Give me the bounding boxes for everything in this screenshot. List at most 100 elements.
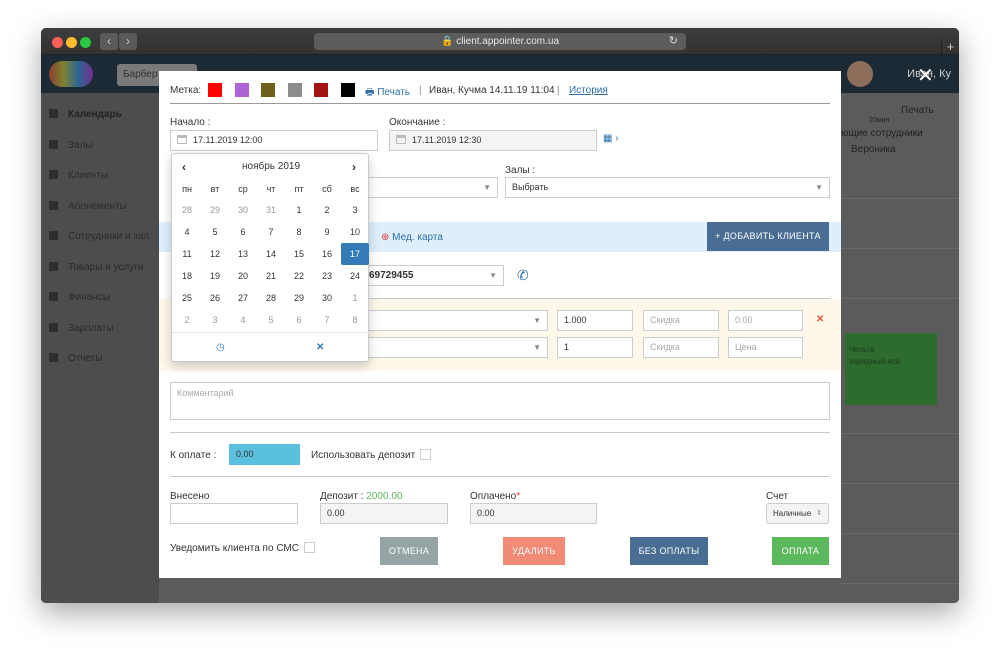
calendar-day[interactable]: 2: [173, 309, 201, 331]
halls-select[interactable]: Выбрать ▼: [505, 177, 830, 198]
notify-sms-checkbox[interactable]: [304, 542, 315, 553]
calendar-day[interactable]: 5: [201, 221, 229, 243]
deposited-input[interactable]: [170, 503, 298, 524]
sidebar-item[interactable]: Залы: [49, 139, 93, 156]
no-payment-button[interactable]: БЕЗ ОПЛАТЫ: [630, 537, 708, 565]
tag-color-swatch[interactable]: [261, 83, 275, 97]
address-bar[interactable]: 🔒 client.appointer.com.ua ↻: [314, 33, 686, 50]
calendar-day[interactable]: 28: [257, 287, 285, 309]
calendar-day[interactable]: 17: [341, 243, 369, 265]
med-card-link[interactable]: ⊕ Мед. карта: [381, 232, 443, 243]
calendar-day[interactable]: 6: [229, 221, 257, 243]
tag-color-swatch[interactable]: [208, 83, 222, 97]
calendar-day[interactable]: 4: [173, 221, 201, 243]
calendar-day[interactable]: 18: [173, 265, 201, 287]
phone-select[interactable]: 69729455 ▼: [362, 265, 504, 286]
calendar-day[interactable]: 21: [257, 265, 285, 287]
reload-icon[interactable]: ↻: [669, 33, 678, 50]
sidebar-item[interactable]: Финансы: [49, 292, 110, 308]
calendar-day[interactable]: 7: [257, 221, 285, 243]
discount-input-2[interactable]: Скидка: [643, 337, 719, 358]
calendar-day[interactable]: 28: [173, 199, 201, 221]
sidebar-item[interactable]: Абонементы: [49, 200, 127, 217]
close-modal-icon[interactable]: ✕: [917, 66, 934, 86]
forward-button[interactable]: ›: [119, 33, 137, 50]
sidebar-item[interactable]: Товары и услуги: [49, 261, 144, 278]
price-input-1[interactable]: 0.00: [728, 310, 803, 331]
calendar-picker-icon[interactable]: ▦ ›: [603, 133, 619, 144]
calendar-day[interactable]: 3: [201, 309, 229, 331]
calendar-day[interactable]: 26: [201, 287, 229, 309]
calendar-day[interactable]: 10: [341, 221, 369, 243]
history-link[interactable]: История: [569, 85, 608, 96]
calendar-day[interactable]: 12: [201, 243, 229, 265]
remove-row-icon[interactable]: ✕: [816, 314, 824, 325]
calendar-day[interactable]: 13: [229, 243, 257, 265]
account-select[interactable]: Наличные ⇕: [766, 503, 829, 524]
price-input-2[interactable]: Цена: [728, 337, 803, 358]
cancel-button[interactable]: ОТМЕНА: [380, 537, 438, 565]
quantity-input-1[interactable]: 1.000: [557, 310, 633, 331]
tag-color-swatch[interactable]: [314, 83, 328, 97]
tag-color-swatch[interactable]: [287, 83, 302, 97]
clock-icon[interactable]: ◷: [216, 342, 225, 353]
discount-input-1[interactable]: Скидка: [643, 310, 719, 331]
tag-color-swatch[interactable]: [340, 83, 355, 97]
calendar-day[interactable]: 20: [229, 265, 257, 287]
pay-button[interactable]: ОПЛАТА: [772, 537, 829, 565]
service-select-2[interactable]: ▼: [362, 337, 548, 358]
calendar-day[interactable]: 9: [313, 221, 341, 243]
tag-color-swatch[interactable]: [234, 83, 249, 97]
calendar-day[interactable]: 4: [229, 309, 257, 331]
sidebar-item[interactable]: Отчеты: [49, 353, 103, 369]
calendar-day[interactable]: 16: [313, 243, 341, 265]
close-window-button[interactable]: [52, 37, 63, 48]
sidebar-item[interactable]: Сотрудники и зал: [49, 231, 149, 247]
new-tab-button[interactable]: +: [941, 38, 959, 55]
staff-select[interactable]: ▼: [362, 177, 498, 198]
calendar-day[interactable]: 3: [341, 199, 369, 221]
calendar-day[interactable]: 15: [285, 243, 313, 265]
calendar-day[interactable]: 6: [285, 309, 313, 331]
use-deposit-checkbox[interactable]: [420, 449, 431, 460]
calendar-day[interactable]: 1: [285, 199, 313, 221]
calendar-day[interactable]: 19: [201, 265, 229, 287]
next-month-button[interactable]: ›: [352, 160, 356, 174]
add-client-button[interactable]: + ДОБАВИТЬ КЛИЕНТА: [707, 222, 829, 251]
calendar-day[interactable]: 8: [285, 221, 313, 243]
delete-button[interactable]: УДАЛИТЬ: [503, 537, 565, 565]
minimize-window-button[interactable]: [66, 37, 77, 48]
calendar-day[interactable]: 25: [173, 287, 201, 309]
phone-icon[interactable]: ✆: [517, 267, 529, 284]
back-button[interactable]: ‹: [100, 33, 118, 50]
calendar-day[interactable]: 7: [313, 309, 341, 331]
service-select-1[interactable]: ▼: [362, 310, 548, 331]
calendar-day[interactable]: 5: [257, 309, 285, 331]
month-label[interactable]: ноябрь 2019: [172, 161, 370, 172]
end-datetime-input[interactable]: 17.11.2019 12:30: [389, 130, 597, 151]
calendar-day[interactable]: 24: [341, 265, 369, 287]
calendar-day[interactable]: 29: [201, 199, 229, 221]
calendar-day[interactable]: 31: [257, 199, 285, 221]
calendar-day[interactable]: 30: [229, 199, 257, 221]
zoom-window-button[interactable]: [80, 37, 91, 48]
calendar-day[interactable]: 8: [341, 309, 369, 331]
calendar-day[interactable]: 23: [313, 265, 341, 287]
start-datetime-input[interactable]: 17.11.2019 12:00: [170, 130, 378, 151]
sidebar-item[interactable]: Календарь: [49, 109, 122, 125]
sidebar-item[interactable]: Зарплаты: [49, 322, 114, 339]
calendar-day[interactable]: 22: [285, 265, 313, 287]
clear-date-icon[interactable]: ✕: [316, 342, 324, 353]
print-button[interactable]: 🖶 Печать: [365, 85, 410, 102]
calendar-day[interactable]: 30: [313, 287, 341, 309]
calendar-day[interactable]: 27: [229, 287, 257, 309]
sidebar-item[interactable]: Клиенты: [49, 170, 108, 186]
calendar-day[interactable]: 2: [313, 199, 341, 221]
calendar-day[interactable]: 29: [285, 287, 313, 309]
avatar[interactable]: [847, 61, 873, 87]
paid-input[interactable]: 0.00: [470, 503, 597, 524]
comment-textarea[interactable]: Комментарий: [170, 382, 830, 420]
quantity-input-2[interactable]: 1: [557, 337, 633, 358]
calendar-day[interactable]: 1: [341, 287, 369, 309]
calendar-day[interactable]: 11: [173, 243, 201, 265]
